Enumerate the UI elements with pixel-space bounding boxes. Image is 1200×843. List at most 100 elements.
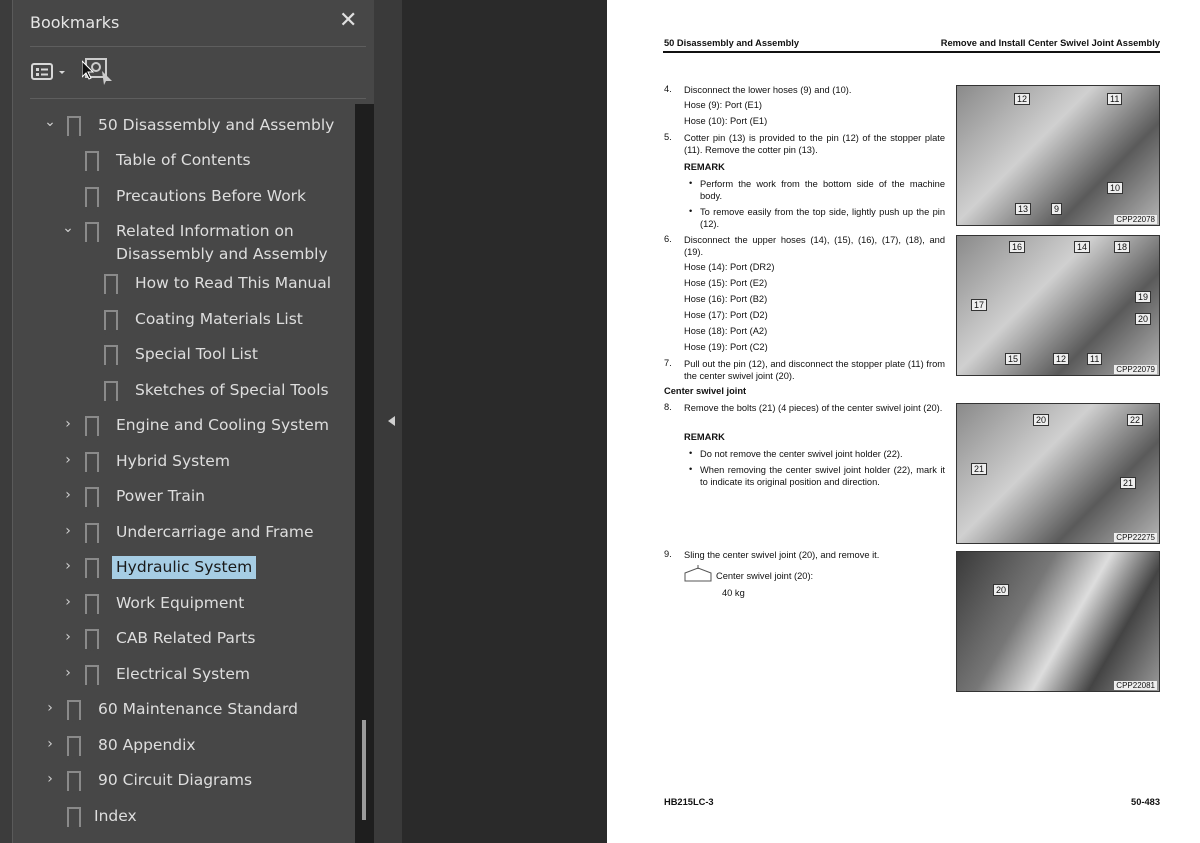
remark-heading: REMARK (684, 432, 725, 442)
remark-item: To remove easily from the top side, ligh… (700, 207, 945, 229)
chevron-right-icon[interactable]: › (60, 629, 76, 645)
bookmark-label[interactable]: Table of Contents (116, 149, 251, 172)
bookmark-icon (85, 665, 99, 691)
hose-line: Hose (10): Port (E1) (684, 116, 768, 126)
chevron-right-icon[interactable]: › (42, 736, 58, 752)
collapse-panel-icon[interactable] (388, 416, 395, 426)
bookmark-options-button[interactable] (31, 62, 71, 86)
step-number: 7. (664, 358, 672, 368)
divider (30, 46, 366, 47)
remark-item: Do not remove the center swivel joint ho… (700, 449, 903, 459)
bookmark-item[interactable]: Coating Materials List (0, 304, 355, 336)
bookmark-item[interactable]: Precautions Before Work (0, 181, 355, 213)
bookmark-label[interactable]: Special Tool List (135, 343, 258, 366)
bookmark-label[interactable]: Index (94, 805, 137, 828)
hose-line: Hose (15): Port (E2) (684, 278, 768, 288)
step-text: Pull out the pin (12), and disconnect th… (684, 359, 945, 381)
weight-value: 40 kg (722, 588, 745, 598)
bookmark-item[interactable]: › 80 Appendix (0, 730, 355, 762)
bookmark-item[interactable]: › Electrical System (0, 659, 355, 691)
bookmark-label[interactable]: 60 Maintenance Standard (98, 698, 298, 721)
bookmarks-panel: Bookmarks ✕ ⌄ 50 Disassembly and Assembly… (0, 0, 374, 843)
bookmark-icon (104, 381, 118, 407)
bookmark-item[interactable]: › Engine and Cooling System (0, 410, 355, 442)
bookmark-icon (85, 222, 99, 248)
bookmark-item[interactable]: › CAB Related Parts (0, 623, 355, 655)
chevron-down-icon[interactable]: ⌄ (60, 220, 76, 236)
bookmark-item[interactable]: ⌄ 50 Disassembly and Assembly (0, 110, 355, 142)
step-text: Disconnect the lower hoses (9) and (10). (684, 85, 852, 95)
bookmark-icon (104, 345, 118, 371)
step-number: 8. (664, 402, 672, 412)
bookmark-icon (67, 807, 81, 833)
bookmark-item[interactable]: › Work Equipment (0, 588, 355, 620)
chevron-right-icon[interactable]: › (60, 487, 76, 503)
bookmark-label[interactable]: 80 Appendix (98, 734, 196, 757)
bookmark-label[interactable]: Sketches of Special Tools (135, 379, 329, 402)
bookmark-label[interactable]: Undercarriage and Frame (116, 521, 314, 544)
pdf-page: 50 Disassembly and Assembly Remove and I… (607, 0, 1200, 843)
close-icon[interactable]: ✕ (339, 8, 357, 33)
bookmark-item[interactable]: Index (0, 801, 355, 833)
scrollbar-thumb[interactable] (362, 720, 366, 820)
figure-code: CPP22079 (1114, 365, 1157, 374)
chevron-right-icon[interactable]: › (60, 594, 76, 610)
bookmark-item[interactable]: Table of Contents (0, 145, 355, 177)
chevron-right-icon[interactable]: › (60, 452, 76, 468)
bookmark-item[interactable]: How to Read This Manual (0, 268, 355, 300)
divider (30, 98, 366, 99)
chevron-right-icon[interactable]: › (42, 700, 58, 716)
footer-page-number: 50-483 (1131, 797, 1160, 807)
bookmark-icon (85, 487, 99, 513)
header-right: Remove and Install Center Swivel Joint A… (940, 38, 1160, 48)
hose-line: Hose (9): Port (E1) (684, 100, 763, 110)
bookmark-label[interactable]: Electrical System (116, 663, 250, 686)
bookmark-icon (104, 274, 118, 300)
bookmark-item[interactable]: › Hybrid System (0, 446, 355, 478)
bookmark-label[interactable]: Work Equipment (116, 592, 244, 615)
bookmark-label[interactable]: Precautions Before Work (116, 185, 306, 208)
bookmark-icon (85, 187, 99, 213)
bookmark-label[interactable]: How to Read This Manual (135, 272, 331, 295)
step-text: Remove the bolts (21) (4 pieces) of the … (684, 403, 943, 413)
scrollbar[interactable] (355, 104, 374, 843)
bookmark-item[interactable]: › Power Train (0, 481, 355, 513)
bookmark-label[interactable]: Power Train (116, 485, 205, 508)
bookmark-item[interactable]: › 90 Circuit Diagrams (0, 765, 355, 797)
bookmark-icon (67, 116, 81, 142)
bookmark-item[interactable]: Sketches of Special Tools (0, 375, 355, 407)
bookmark-label[interactable]: Hydraulic System (112, 556, 257, 579)
bookmark-item[interactable]: Special Tool List (0, 339, 355, 371)
figure-photo: 16 14 18 17 19 20 15 12 11 CPP22079 (956, 235, 1160, 376)
bookmark-icon (85, 523, 99, 549)
chevron-down-icon[interactable]: ⌄ (42, 114, 58, 130)
panel-title: Bookmarks (30, 13, 120, 32)
bookmark-label[interactable]: Coating Materials List (135, 308, 303, 331)
step-number: 9. (664, 549, 672, 559)
footer-model: HB215LC-3 (664, 797, 714, 807)
chevron-right-icon[interactable]: › (42, 771, 58, 787)
hose-line: Hose (18): Port (A2) (684, 326, 768, 336)
bookmark-label[interactable]: Engine and Cooling System (116, 414, 329, 437)
bookmark-item[interactable]: ⌄ Related Information on Disassembly and … (0, 216, 355, 264)
find-current-bookmark-icon[interactable] (81, 57, 116, 89)
bookmark-item[interactable]: › 60 Maintenance Standard (0, 694, 355, 726)
bookmark-icon (85, 452, 99, 478)
chevron-right-icon[interactable]: › (60, 558, 76, 574)
section-heading: Center swivel joint (664, 386, 747, 396)
step-number: 5. (664, 132, 672, 142)
bookmark-icon (67, 700, 81, 726)
bookmark-label[interactable]: CAB Related Parts (116, 627, 255, 650)
bookmark-label[interactable]: 50 Disassembly and Assembly (98, 114, 334, 137)
bookmark-label[interactable]: Hybrid System (116, 450, 230, 473)
bookmark-icon (67, 736, 81, 762)
chevron-right-icon[interactable]: › (60, 665, 76, 681)
bookmark-item[interactable]: › Undercarriage and Frame (0, 517, 355, 549)
step-text: Disconnect the upper hoses (14), (15), (… (684, 235, 945, 257)
chevron-right-icon[interactable]: › (60, 416, 76, 432)
bookmark-label[interactable]: 90 Circuit Diagrams (98, 769, 252, 792)
figure-code: CPP22275 (1114, 533, 1157, 542)
chevron-right-icon[interactable]: › (60, 523, 76, 539)
bookmark-item[interactable]: › Hydraulic System (0, 552, 355, 584)
bookmark-label[interactable]: Related Information on Disassembly and A… (112, 220, 342, 266)
